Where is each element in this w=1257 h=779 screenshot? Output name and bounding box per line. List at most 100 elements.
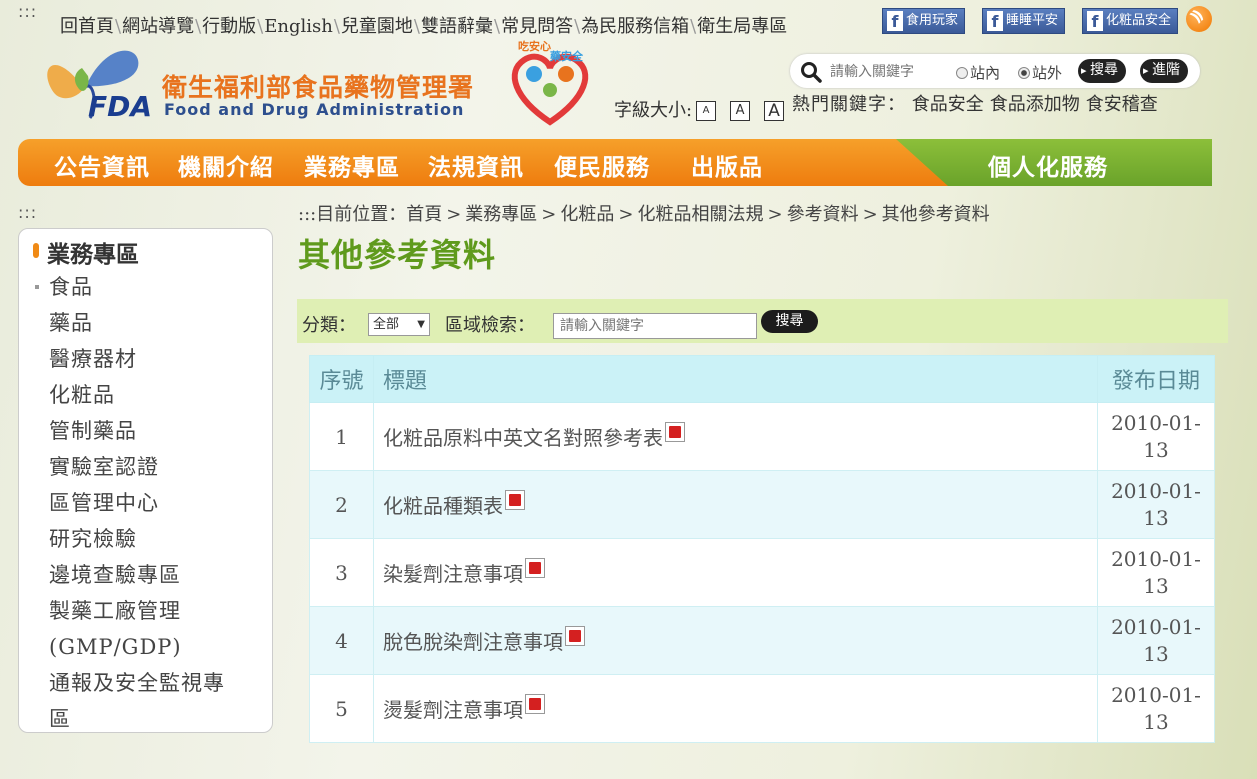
search-icon[interactable] (800, 61, 822, 83)
sidebar-item-cosmetics[interactable]: 化粧品 (49, 377, 259, 413)
radio-label: 站外 (1032, 64, 1063, 82)
row-number: 4 (309, 606, 374, 675)
sidebar-item-gmp-management[interactable]: 製藥工廠管理 (49, 593, 259, 629)
sidebar-item-research-testing[interactable]: 研究檢驗 (49, 521, 259, 557)
breadcrumb-link-cosmetics-regulations[interactable]: 化粧品相關法規 (637, 204, 763, 225)
row-date: 2010-01- 13 (1097, 470, 1215, 539)
sidebar-item-gmp-management-cont[interactable]: (GMP/GDP) (49, 629, 259, 665)
facebook-icon: f (1087, 10, 1103, 31)
row-title-link[interactable]: 化粧品種類表 (383, 494, 503, 518)
category-label: 分類： (302, 315, 356, 336)
logo-chinese-name: 衛生福利部食品藥物管理署 (162, 73, 475, 102)
table-row: 5 燙髮劑注意事項 2010-01- 13 (309, 674, 1215, 743)
breadcrumb-separator: > (767, 204, 783, 225)
sidebar-item-drugs[interactable]: 藥品 (49, 305, 259, 341)
radio-button-checked[interactable] (1018, 67, 1030, 79)
row-date-line1: 2010-01- (1111, 478, 1201, 503)
radio-outside-site[interactable]: 站外 (1018, 62, 1062, 83)
food-drug-safety-mascot-icon[interactable]: 吃安心 藥安全 (504, 38, 596, 130)
row-title-link[interactable]: 染髮劑注意事項 (383, 562, 523, 586)
breadcrumb-link-home[interactable]: 首頁 (406, 204, 442, 225)
pdf-icon[interactable] (665, 422, 685, 442)
fda-logo[interactable]: FDA 衛生福利部食品藥物管理署 Food and Drug Administr… (22, 34, 502, 130)
breadcrumb-link-business[interactable]: 業務專區 (465, 204, 537, 225)
row-date-line2: 13 (1143, 641, 1169, 666)
area-search-input[interactable] (553, 313, 757, 339)
row-title-link[interactable]: 燙髮劑注意事項 (383, 698, 523, 722)
hot-keyword-link[interactable]: 食品添加物 (990, 94, 1080, 115)
top-link-health-bureau[interactable]: 衛生局專區 (697, 16, 787, 37)
row-date-line1: 2010-01- (1111, 682, 1201, 707)
category-select-value: 全部 (373, 317, 400, 332)
mascot-text: 吃安心 (518, 39, 551, 53)
fb-button-label: 化粧品安全 (1106, 13, 1172, 28)
mascot-text: 藥安全 (549, 49, 584, 63)
nav-personalized-label: 個人化服務 (988, 154, 1108, 181)
nav-item-publications[interactable]: 出版品 (691, 148, 763, 182)
column-header-title: 標題 (373, 355, 1098, 403)
sidebar-item-safety-monitoring-cont[interactable]: 區 (49, 701, 259, 737)
nav-item-regulations[interactable]: 法規資訊 (428, 148, 524, 182)
pdf-icon[interactable] (525, 694, 545, 714)
nav-item-about[interactable]: 機關介紹 (178, 148, 274, 182)
row-title-cell: 化粧品原料中英文名對照參考表 (373, 402, 1098, 471)
row-date-line2: 13 (1143, 709, 1169, 734)
row-date-line2: 13 (1143, 505, 1169, 530)
separator: \ (574, 16, 581, 37)
fb-button-label: 食用玩家 (906, 13, 959, 28)
category-select[interactable]: 全部 ▼ (368, 313, 430, 336)
row-title-link[interactable]: 化粧品原料中英文名對照參考表 (383, 426, 663, 450)
nav-item-announcements[interactable]: 公告資訊 (54, 148, 150, 182)
fb-button-sleep-safe[interactable]: f 睡睡平安 (982, 8, 1066, 34)
radio-button[interactable] (956, 67, 968, 79)
sidebar-item-food[interactable]: 食品 (35, 269, 259, 305)
font-size-small-button[interactable]: A (696, 101, 717, 121)
font-size-medium-button[interactable]: A (730, 101, 751, 121)
accesskey-left[interactable]: ::: (18, 203, 37, 222)
area-search-button[interactable]: 搜尋 (761, 310, 818, 333)
accesskey-top[interactable]: ::: (18, 2, 37, 21)
search-button[interactable]: 搜尋 (1078, 59, 1126, 83)
nav-item-business[interactable]: 業務專區 (304, 148, 400, 182)
font-size-large-button[interactable]: A (764, 101, 785, 121)
sidebar-title-marker (33, 243, 39, 258)
sidebar-menu: 食品 藥品 醫療器材 化粧品 管制藥品 實驗室認證 區管理中心 研究檢驗 邊境查… (35, 269, 259, 737)
hot-keyword-link[interactable]: 食品安全 (912, 94, 984, 115)
sidebar-item-medical-devices[interactable]: 醫療器材 (49, 341, 259, 377)
top-link-faq[interactable]: 常見問答 (501, 16, 573, 37)
sidebar-item-border-inspection[interactable]: 邊境查驗專區 (49, 557, 259, 593)
fb-button-food-player[interactable]: f 食用玩家 (882, 8, 966, 34)
row-date-line2: 13 (1143, 573, 1169, 598)
nav-item-services[interactable]: 便民服務 (554, 148, 650, 182)
sidebar-item-safety-monitoring[interactable]: 通報及安全監視專 (49, 665, 259, 701)
row-title-cell: 燙髮劑注意事項 (373, 674, 1098, 743)
advanced-search-button[interactable]: 進階 (1140, 59, 1188, 83)
fb-button-cosmetics-safety[interactable]: f 化粧品安全 (1082, 8, 1179, 34)
rss-icon[interactable] (1186, 6, 1212, 32)
pdf-icon[interactable] (505, 490, 525, 510)
table-row: 2 化粧品種類表 2010-01- 13 (309, 470, 1215, 539)
row-number: 2 (309, 470, 374, 539)
search-input[interactable] (830, 61, 940, 83)
breadcrumb-link-references[interactable]: 參考資料 (787, 204, 859, 225)
row-date: 2010-01- 13 (1097, 538, 1215, 607)
hot-keyword-link[interactable]: 食安稽查 (1086, 94, 1158, 115)
pdf-icon[interactable] (525, 558, 545, 578)
sidebar-item-lab-accreditation[interactable]: 實驗室認證 (49, 449, 259, 485)
nav-item-personalized[interactable]: 個人化服務 (896, 139, 1212, 186)
breadcrumb-link-cosmetics[interactable]: 化粧品 (560, 204, 614, 225)
breadcrumb-current[interactable]: 其他參考資料 (882, 204, 990, 225)
row-number: 5 (309, 674, 374, 743)
row-title-link[interactable]: 脫色脫染劑注意事項 (383, 630, 563, 654)
pdf-icon[interactable] (565, 626, 585, 646)
chevron-down-icon: ▼ (417, 319, 425, 330)
sidebar-item-regional-centers[interactable]: 區管理中心 (49, 485, 259, 521)
top-link-mailbox[interactable]: 為民服務信箱 (581, 16, 689, 37)
sidebar-item-controlled-drugs[interactable]: 管制藥品 (49, 413, 259, 449)
font-size-control: 字級大小: A A A (614, 96, 785, 122)
separator: \ (690, 16, 697, 37)
radio-label: 站內 (970, 64, 1001, 82)
hot-keywords: 熱門關鍵字： 食品安全 食品添加物 食安稽查 (792, 93, 1202, 125)
radio-inside-site[interactable]: 站內 (956, 62, 1000, 83)
sidebar-title: 業務專區 (47, 241, 139, 268)
